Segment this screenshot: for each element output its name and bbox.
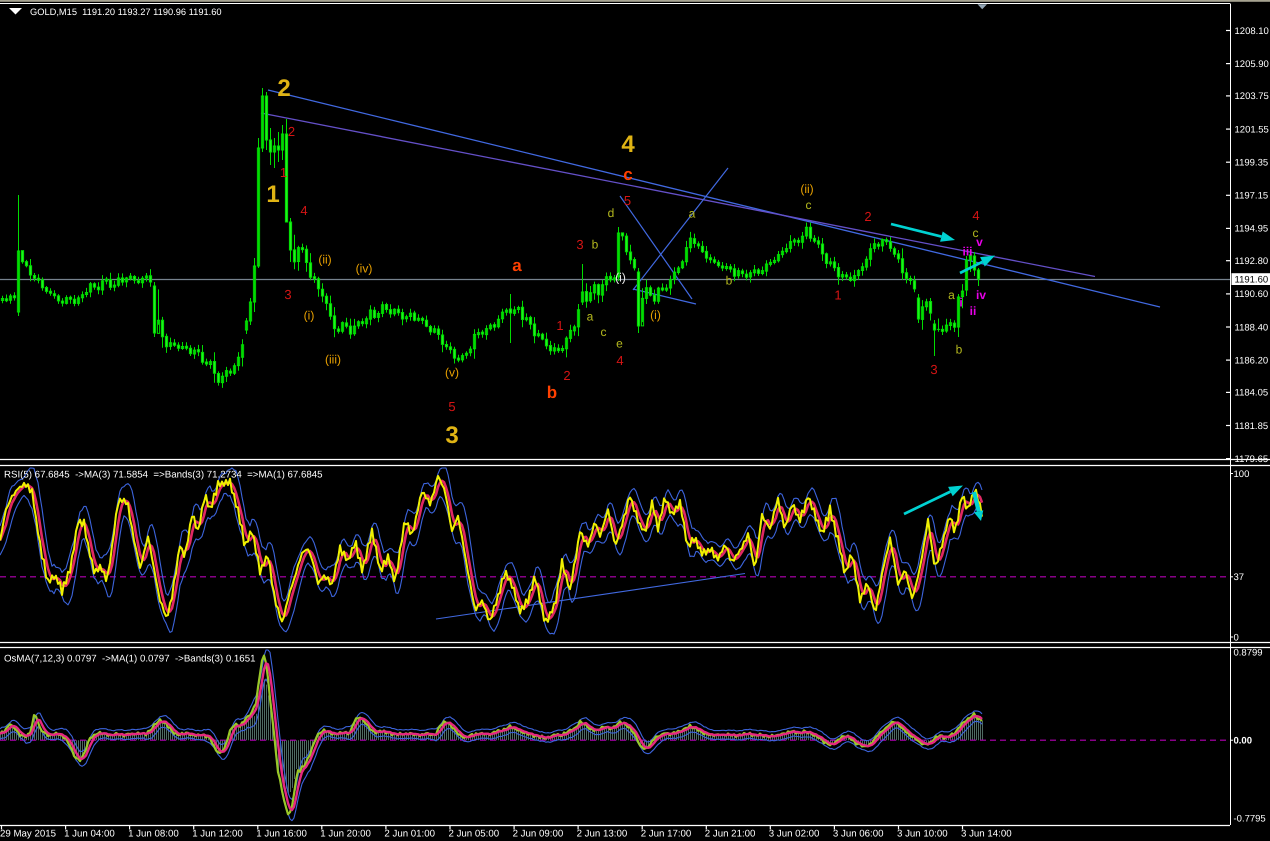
svg-text:iii: iii xyxy=(962,245,972,259)
svg-text:4: 4 xyxy=(616,353,623,368)
svg-text:1 Jun 16:00: 1 Jun 16:00 xyxy=(256,829,307,840)
svg-text:1 Jun 20:00: 1 Jun 20:00 xyxy=(320,829,371,840)
svg-text:(i): (i) xyxy=(304,309,315,323)
svg-text:OsMA(7,12,3) 0.0797 ->MA(1) 0: OsMA(7,12,3) 0.0797 ->MA(1) 0.0797 ->Ban… xyxy=(4,654,255,665)
svg-text:1: 1 xyxy=(266,181,279,208)
svg-text:3: 3 xyxy=(576,237,583,252)
svg-text:2 Jun 09:00: 2 Jun 09:00 xyxy=(513,829,564,840)
svg-text:a: a xyxy=(689,207,696,221)
svg-text:1199.35: 1199.35 xyxy=(1235,158,1269,169)
svg-text:0.00: 0.00 xyxy=(1234,736,1253,747)
svg-text:1201.55: 1201.55 xyxy=(1235,124,1269,135)
svg-text:d: d xyxy=(608,206,615,220)
svg-text:1190.60: 1190.60 xyxy=(1235,289,1269,300)
svg-text:a: a xyxy=(948,288,955,302)
svg-text:2 Jun 17:00: 2 Jun 17:00 xyxy=(641,829,692,840)
svg-text:2 Jun 01:00: 2 Jun 01:00 xyxy=(384,829,435,840)
svg-text:i: i xyxy=(959,296,962,310)
svg-text:c: c xyxy=(601,325,607,339)
svg-text:29 May 2015: 29 May 2015 xyxy=(0,829,56,840)
svg-text:c: c xyxy=(806,198,812,212)
svg-text:GOLD,M15 1191.20 1193.27 1190: GOLD,M15 1191.20 1193.27 1190.96 1191.60 xyxy=(30,7,222,17)
svg-text:3 Jun 06:00: 3 Jun 06:00 xyxy=(833,829,884,840)
svg-text:b: b xyxy=(956,343,963,357)
svg-text:2 Jun 13:00: 2 Jun 13:00 xyxy=(577,829,628,840)
svg-text:(ii): (ii) xyxy=(800,182,813,196)
svg-text:b: b xyxy=(592,238,599,252)
svg-text:1208.10: 1208.10 xyxy=(1235,26,1269,37)
svg-text:1203.75: 1203.75 xyxy=(1235,91,1269,102)
svg-text:(i): (i) xyxy=(615,271,626,285)
svg-text:1: 1 xyxy=(280,165,287,180)
svg-text:b: b xyxy=(726,274,733,288)
svg-text:RSI(5) 67.6845 ->MA(3) 71.585: RSI(5) 67.6845 ->MA(3) 71.5854 =>Bands(3… xyxy=(4,470,323,481)
svg-text:3: 3 xyxy=(284,287,291,302)
svg-text:3: 3 xyxy=(930,362,937,377)
svg-text:0: 0 xyxy=(1234,632,1239,643)
svg-text:2 Jun 21:00: 2 Jun 21:00 xyxy=(705,829,756,840)
svg-text:1186.20: 1186.20 xyxy=(1235,355,1269,366)
svg-text:1181.85: 1181.85 xyxy=(1235,421,1269,432)
svg-text:3: 3 xyxy=(445,422,458,449)
svg-text:4: 4 xyxy=(621,131,635,158)
svg-text:1179.65: 1179.65 xyxy=(1235,454,1269,465)
svg-text:(ii): (ii) xyxy=(318,253,331,267)
svg-text:(iii): (iii) xyxy=(325,353,341,367)
svg-text:4: 4 xyxy=(972,208,979,223)
svg-text:5: 5 xyxy=(624,193,631,208)
svg-text:2: 2 xyxy=(563,368,570,383)
svg-text:ii: ii xyxy=(970,304,977,318)
svg-text:c: c xyxy=(623,165,632,184)
svg-text:100: 100 xyxy=(1234,469,1250,480)
svg-text:iv: iv xyxy=(976,288,986,302)
svg-text:a: a xyxy=(512,256,522,275)
svg-text:(v): (v) xyxy=(445,366,459,380)
svg-text:1 Jun 04:00: 1 Jun 04:00 xyxy=(64,829,115,840)
svg-text:1 Jun 12:00: 1 Jun 12:00 xyxy=(192,829,243,840)
svg-text:3 Jun 14:00: 3 Jun 14:00 xyxy=(961,829,1012,840)
svg-text:1: 1 xyxy=(556,318,563,333)
svg-text:2: 2 xyxy=(277,75,290,102)
svg-text:1184.05: 1184.05 xyxy=(1235,388,1269,399)
svg-text:v: v xyxy=(976,235,983,249)
svg-text:2: 2 xyxy=(864,209,871,224)
svg-text:4: 4 xyxy=(300,203,307,218)
svg-text:37: 37 xyxy=(1234,572,1245,583)
svg-text:0.8799: 0.8799 xyxy=(1234,648,1263,659)
svg-text:e: e xyxy=(616,337,623,351)
svg-text:1: 1 xyxy=(834,288,841,303)
svg-text:1191.60: 1191.60 xyxy=(1235,275,1269,286)
svg-text:a: a xyxy=(587,310,594,324)
svg-text:1197.15: 1197.15 xyxy=(1235,191,1269,202)
svg-text:1 Jun 08:00: 1 Jun 08:00 xyxy=(128,829,179,840)
svg-text:1192.80: 1192.80 xyxy=(1235,256,1269,267)
svg-text:1205.90: 1205.90 xyxy=(1235,59,1269,70)
svg-text:3 Jun 10:00: 3 Jun 10:00 xyxy=(897,829,948,840)
svg-text:b: b xyxy=(547,383,557,402)
svg-text:5: 5 xyxy=(448,399,455,414)
svg-text:3 Jun 02:00: 3 Jun 02:00 xyxy=(769,829,820,840)
svg-text:(iv): (iv) xyxy=(356,262,373,276)
svg-text:-0.7795: -0.7795 xyxy=(1234,814,1266,825)
svg-text:(i): (i) xyxy=(650,308,661,322)
svg-text:2: 2 xyxy=(288,124,295,139)
svg-text:1188.40: 1188.40 xyxy=(1235,322,1269,333)
svg-text:1194.95: 1194.95 xyxy=(1235,224,1269,235)
svg-text:2 Jun 05:00: 2 Jun 05:00 xyxy=(449,829,500,840)
